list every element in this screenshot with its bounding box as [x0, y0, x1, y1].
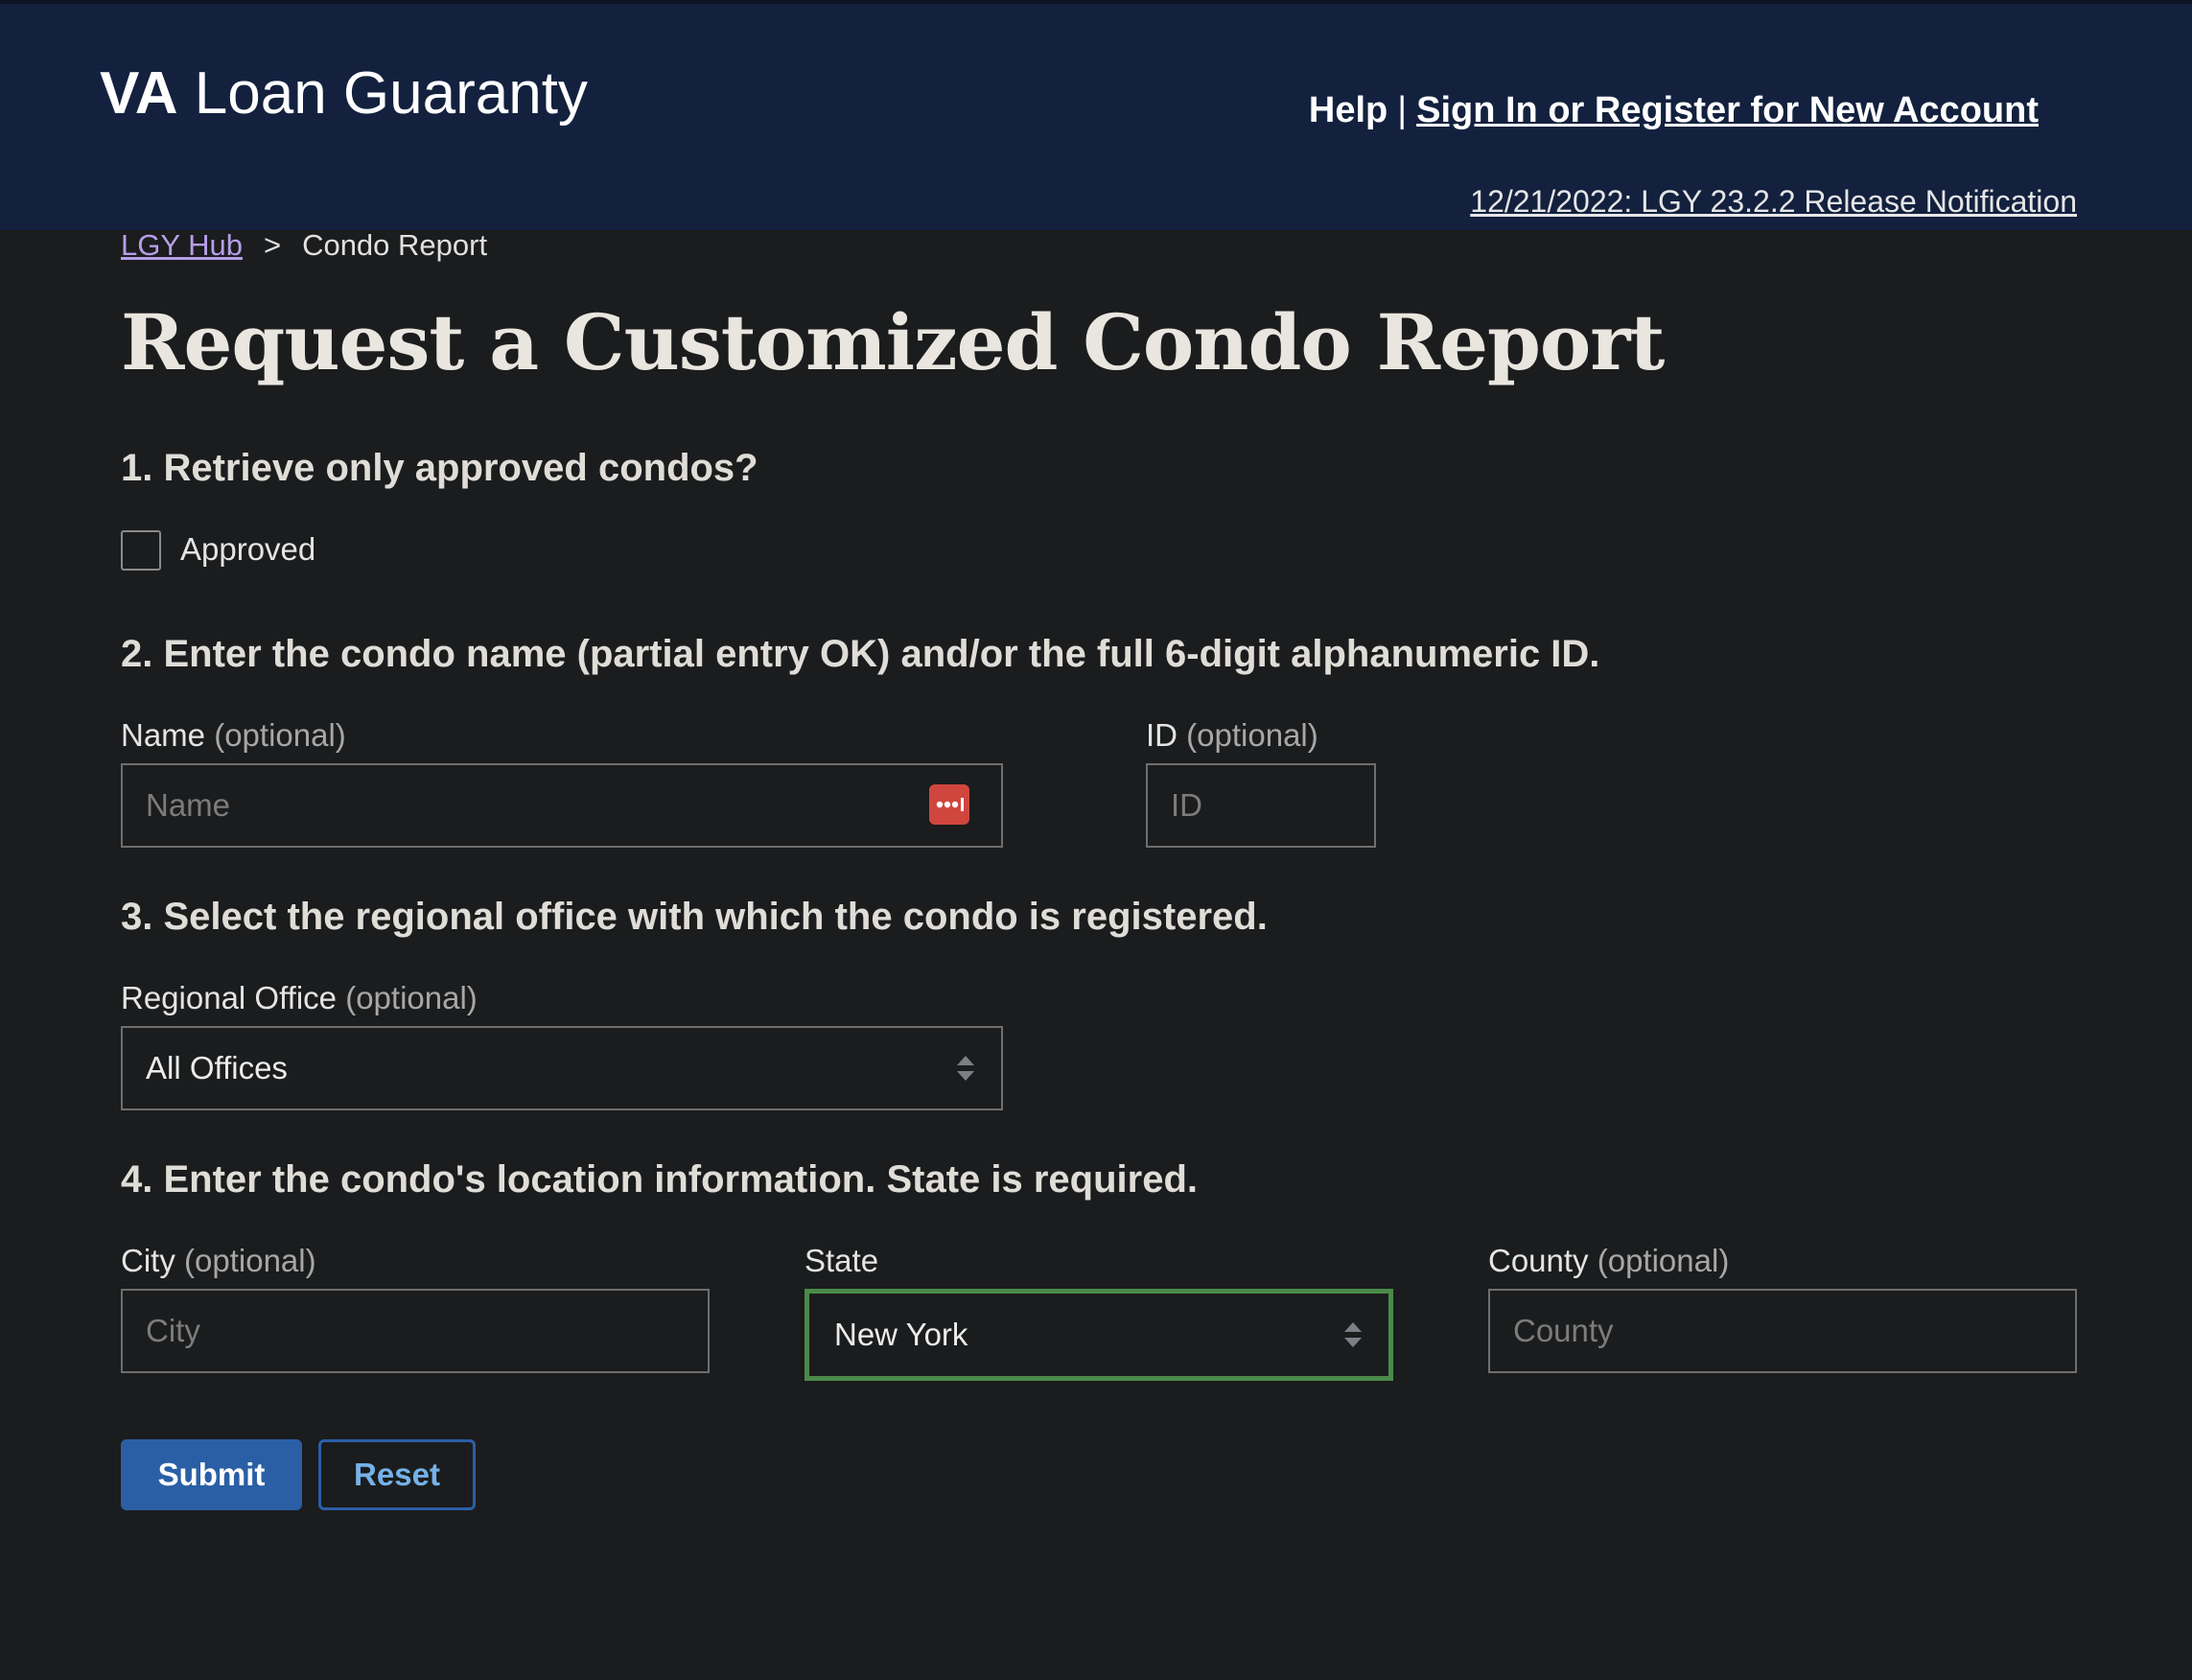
regional-office-select[interactable]: All Offices — [121, 1026, 1003, 1110]
section1-heading: 1. Retrieve only approved condos? — [121, 447, 758, 489]
city-input[interactable] — [121, 1289, 710, 1373]
submit-button[interactable]: Submit — [121, 1439, 302, 1510]
name-label-text: Name — [121, 717, 206, 753]
county-input[interactable] — [1488, 1289, 2077, 1373]
section4-heading: 4. Enter the condo's location informatio… — [121, 1158, 1199, 1201]
breadcrumb-current: Condo Report — [302, 228, 488, 262]
regional-office-selected-value: All Offices — [146, 1050, 288, 1085]
breadcrumb-separator: > — [263, 228, 282, 262]
select-arrows-icon — [1344, 1322, 1362, 1347]
help-link[interactable]: Help — [1309, 90, 1387, 130]
state-selected-value: New York — [834, 1317, 968, 1352]
sign-in-link[interactable]: Sign In or Register for New Account — [1416, 90, 2039, 130]
id-optional-text: (optional) — [1186, 717, 1318, 753]
reset-button[interactable]: Reset — [318, 1439, 476, 1510]
regional-office-label-text: Regional Office — [121, 980, 338, 1015]
id-input[interactable] — [1146, 763, 1376, 848]
site-logo[interactable]: VA Loan Guaranty — [100, 59, 588, 128]
id-label-text: ID — [1146, 717, 1178, 753]
name-field-label: Name (optional) — [121, 717, 346, 754]
breadcrumb: LGY Hub > Condo Report — [121, 228, 487, 263]
logo-text: Loan Guaranty — [177, 60, 588, 127]
password-manager-icon[interactable] — [929, 784, 969, 825]
city-label-text: City — [121, 1243, 175, 1278]
state-label-text: State — [805, 1243, 879, 1278]
state-field-label: State — [805, 1243, 878, 1279]
release-notification-link[interactable]: 12/21/2022: LGY 23.2.2 Release Notificat… — [1470, 184, 2077, 220]
regional-office-field-label: Regional Office (optional) — [121, 980, 478, 1016]
city-field-label: City (optional) — [121, 1243, 316, 1279]
county-label-text: County — [1488, 1243, 1589, 1278]
select-arrows-icon — [957, 1056, 974, 1081]
logo-va: VA — [100, 60, 178, 127]
breadcrumb-home-link[interactable]: LGY Hub — [121, 228, 243, 262]
county-optional-text: (optional) — [1597, 1243, 1730, 1278]
page-title: Request a Customized Condo Report — [121, 297, 1665, 387]
name-input[interactable] — [121, 763, 1003, 848]
site-header: VA Loan Guaranty Help | Sign In or Registe… — [0, 0, 2192, 230]
section3-heading: 3. Select the regional office with which… — [121, 896, 1268, 938]
header-links: Help | Sign In or Register for New Account — [1309, 90, 2039, 131]
approved-checkbox[interactable] — [121, 530, 161, 571]
county-field-label: County (optional) — [1488, 1243, 1729, 1279]
regional-office-optional-text: (optional) — [345, 980, 478, 1015]
state-select[interactable]: New York — [805, 1289, 1393, 1381]
city-optional-text: (optional) — [184, 1243, 316, 1278]
name-optional-text: (optional) — [214, 717, 346, 753]
approved-checkbox-label[interactable]: Approved — [180, 531, 315, 568]
id-field-label: ID (optional) — [1146, 717, 1318, 754]
section2-heading: 2. Enter the condo name (partial entry O… — [121, 633, 1600, 675]
header-separator: | — [1397, 90, 1408, 130]
